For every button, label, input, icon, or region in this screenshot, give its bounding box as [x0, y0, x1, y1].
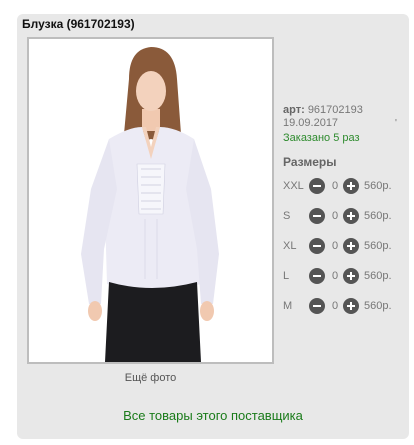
size-quantity: 0: [331, 240, 339, 252]
size-quantity: 0: [331, 270, 339, 282]
size-price: 560р.: [364, 210, 392, 222]
ordered-count: Заказано 5 раз: [283, 132, 360, 144]
sizes-heading: Размеры: [283, 155, 337, 169]
plus-circle-icon[interactable]: [343, 178, 359, 194]
size-quantity: 0: [331, 300, 339, 312]
size-price: 560р.: [364, 240, 392, 252]
product-info: арт: 961702193 19.09.2017 Заказано 5 раз: [283, 104, 363, 145]
more-photos-link[interactable]: Ещё фото: [27, 372, 274, 384]
plus-circle-icon[interactable]: [343, 268, 359, 284]
article-line: арт: 961702193: [283, 104, 363, 117]
product-photo[interactable]: [27, 37, 274, 364]
size-name: S: [283, 210, 291, 222]
product-title: Блузка (961702193): [22, 17, 135, 31]
size-name: XL: [283, 240, 297, 252]
size-name: XXL: [283, 180, 304, 192]
size-price: 560р.: [364, 300, 392, 312]
plus-circle-icon[interactable]: [343, 298, 359, 314]
size-row-xl: XL 0 560р.: [283, 238, 408, 254]
size-name: L: [283, 270, 290, 282]
size-price: 560р.: [364, 180, 392, 192]
size-row-m: M 0 560р.: [283, 298, 408, 314]
size-row-s: S 0 560р.: [283, 208, 408, 224]
minus-circle-icon[interactable]: [309, 268, 325, 284]
minus-circle-icon[interactable]: [309, 208, 325, 224]
minus-circle-icon[interactable]: [309, 178, 325, 194]
product-photo-image: [29, 39, 272, 362]
article-number: 961702193: [307, 104, 363, 116]
plus-circle-icon[interactable]: [343, 208, 359, 224]
size-name: M: [283, 300, 293, 312]
size-quantity: 0: [331, 210, 339, 222]
plus-circle-icon[interactable]: [343, 238, 359, 254]
minus-circle-icon[interactable]: [309, 298, 325, 314]
tick-mark: ': [395, 118, 397, 129]
size-row-l: L 0 560р.: [283, 268, 408, 284]
product-date: 19.09.2017: [283, 117, 339, 129]
supplier-products-link[interactable]: Все товары этого поставщика: [17, 408, 409, 423]
article-label: арт:: [283, 104, 305, 116]
size-row-xxl: XXL 0 560р.: [283, 178, 408, 194]
size-price: 560р.: [364, 270, 392, 282]
size-quantity: 0: [331, 180, 339, 192]
minus-circle-icon[interactable]: [309, 238, 325, 254]
